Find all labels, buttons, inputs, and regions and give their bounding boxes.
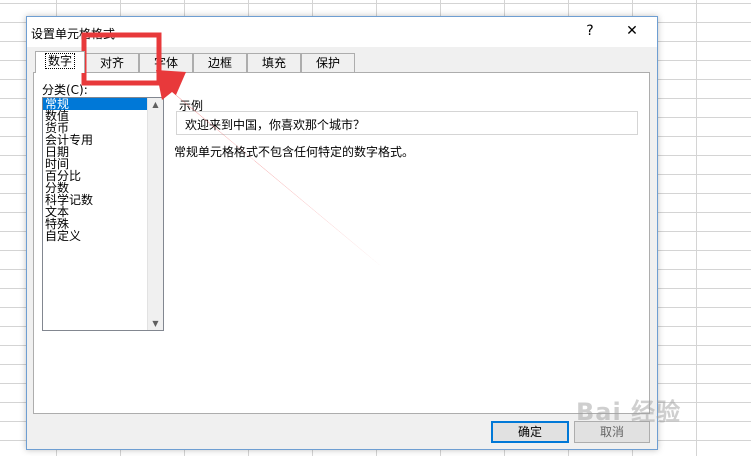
tab-number[interactable]: 数字 (35, 51, 85, 73)
highlight-box (81, 32, 162, 86)
annotation-overlay (81, 32, 400, 282)
pointer-arrow-icon (156, 70, 400, 282)
